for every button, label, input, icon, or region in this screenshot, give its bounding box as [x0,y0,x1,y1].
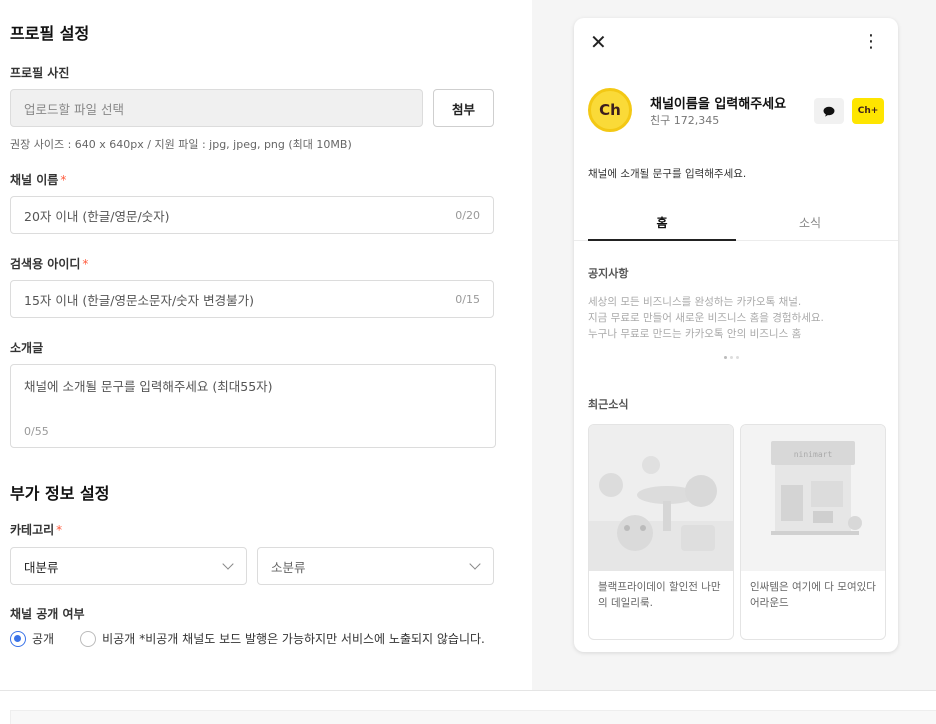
news-caption: 블랙프라이데이 할인전 나만의 데일리룩. [598,581,721,609]
photo-hint: 권장 사이즈 : 640 x 640px / 지원 파일 : jpg, jpeg… [10,138,352,151]
news-card[interactable]: 블랙프라이데이 할인전 나만의 데일리룩. [588,424,734,640]
profile-photo-label: 프로필 사진 [10,66,70,80]
notice-line: 누구나 무료로 만드는 카카오톡 안의 비즈니스 홈 [588,328,802,340]
notice-line: 세상의 모든 비즈니스를 완성하는 카카오톡 채널. [588,296,802,308]
notice-text: 세상의 모든 비즈니스를 완성하는 카카오톡 채널. 지금 무료로 만들어 새로… [588,294,824,342]
search-id-placeholder: 15자 이내 (한글/영문소문자/숫자 변경불가) [24,292,255,308]
chevron-down-icon [469,558,481,570]
news-image: ninimart [741,425,885,571]
tab-news[interactable]: 소식 [736,214,884,231]
category-label: 카테고리 * [10,523,63,537]
page-title: 프로필 설정 [10,24,90,43]
preview-channel-name: 채널이름을 입력해주세요 [650,97,787,112]
form-panel: 프로필 설정 프로필 사진 업로드할 파일 선택 첨부 권장 사이즈 : 640… [0,0,532,690]
private-radio-label[interactable]: 비공개 [102,630,135,647]
notice-line: 지금 무료로 만들어 새로운 비즈니스 홈을 경험하세요. [588,312,824,324]
category-minor-value: 소분류 [271,559,306,575]
required-mark: * [60,173,67,187]
channel-add-button[interactable]: Ch+ [852,98,884,124]
channel-avatar: Ch [588,88,632,132]
news-image [589,425,733,571]
file-select-placeholder: 업로드할 파일 선택 [24,101,124,117]
extra-info-title: 부가 정보 설정 [10,484,110,503]
chat-bubble-icon [823,106,835,117]
file-select-field[interactable]: 업로드할 파일 선택 [10,89,423,127]
intro-textarea[interactable]: 채널에 소개될 문구를 입력해주세요 (최대55자) 0/55 [10,364,496,448]
private-radio[interactable] [80,630,97,647]
intro-label: 소개글 [10,341,44,355]
chat-button[interactable] [814,98,844,124]
chevron-down-icon [222,558,234,570]
search-id-counter: 0/15 [455,292,480,306]
channel-name-placeholder: 20자 이내 (한글/영문/숫자) [24,208,170,224]
news-caption: 인싸템은 여기에 다 모여있다 어라운드 [750,581,876,609]
public-radio[interactable] [10,630,26,647]
tab-home[interactable]: 홈 [588,214,736,231]
recent-news-title: 최근소식 [588,398,629,411]
news-card[interactable]: ninimart 인싸템은 여기에 다 모여있다 어라운드 [740,424,886,640]
preview-friend-count: 친구 172,345 [650,114,720,127]
public-radio-label[interactable]: 공개 [32,630,54,647]
store-sign-text: ninimart [794,450,833,459]
attach-button[interactable]: 첨부 [433,89,494,127]
channel-name-label: 채널 이름 * [10,173,67,187]
intro-placeholder: 채널에 소개될 문구를 입력해주세요 (최대55자) [24,379,273,394]
close-icon[interactable]: ✕ [590,32,607,52]
channel-preview-card: ✕ ⋮ Ch 채널이름을 입력해주세요 친구 172,345 Ch+ 채널에 소… [574,18,898,652]
category-major-value: 대분류 [24,559,59,575]
channel-name-input[interactable]: 20자 이내 (한글/영문/숫자) 0/20 [10,196,494,234]
search-id-label: 검색용 아이디 * [10,257,89,271]
required-mark: * [82,257,89,271]
visibility-label: 채널 공개 여부 [10,607,85,621]
footer-bar [10,710,936,724]
section-divider [0,690,936,691]
notice-title: 공지사항 [588,267,629,280]
private-note: *비공개 채널도 보드 발행은 가능하지만 서비스에 노출되지 않습니다. [139,632,485,646]
search-id-input[interactable]: 15자 이내 (한글/영문소문자/숫자 변경불가) 0/15 [10,280,494,318]
more-vertical-icon[interactable]: ⋮ [862,32,880,52]
active-tab-indicator [588,239,736,241]
required-mark: * [56,523,63,537]
intro-counter: 0/55 [24,425,49,438]
visibility-options: 공개 비공개 *비공개 채널도 보드 발행은 가능하지만 서비스에 노출되지 않… [10,630,485,647]
category-major-select[interactable]: 대분류 [10,547,247,585]
category-minor-select[interactable]: 소분류 [257,547,494,585]
carousel-dots [724,356,739,359]
channel-name-counter: 0/20 [455,208,480,222]
preview-intro: 채널에 소개될 문구를 입력해주세요. [588,168,747,180]
